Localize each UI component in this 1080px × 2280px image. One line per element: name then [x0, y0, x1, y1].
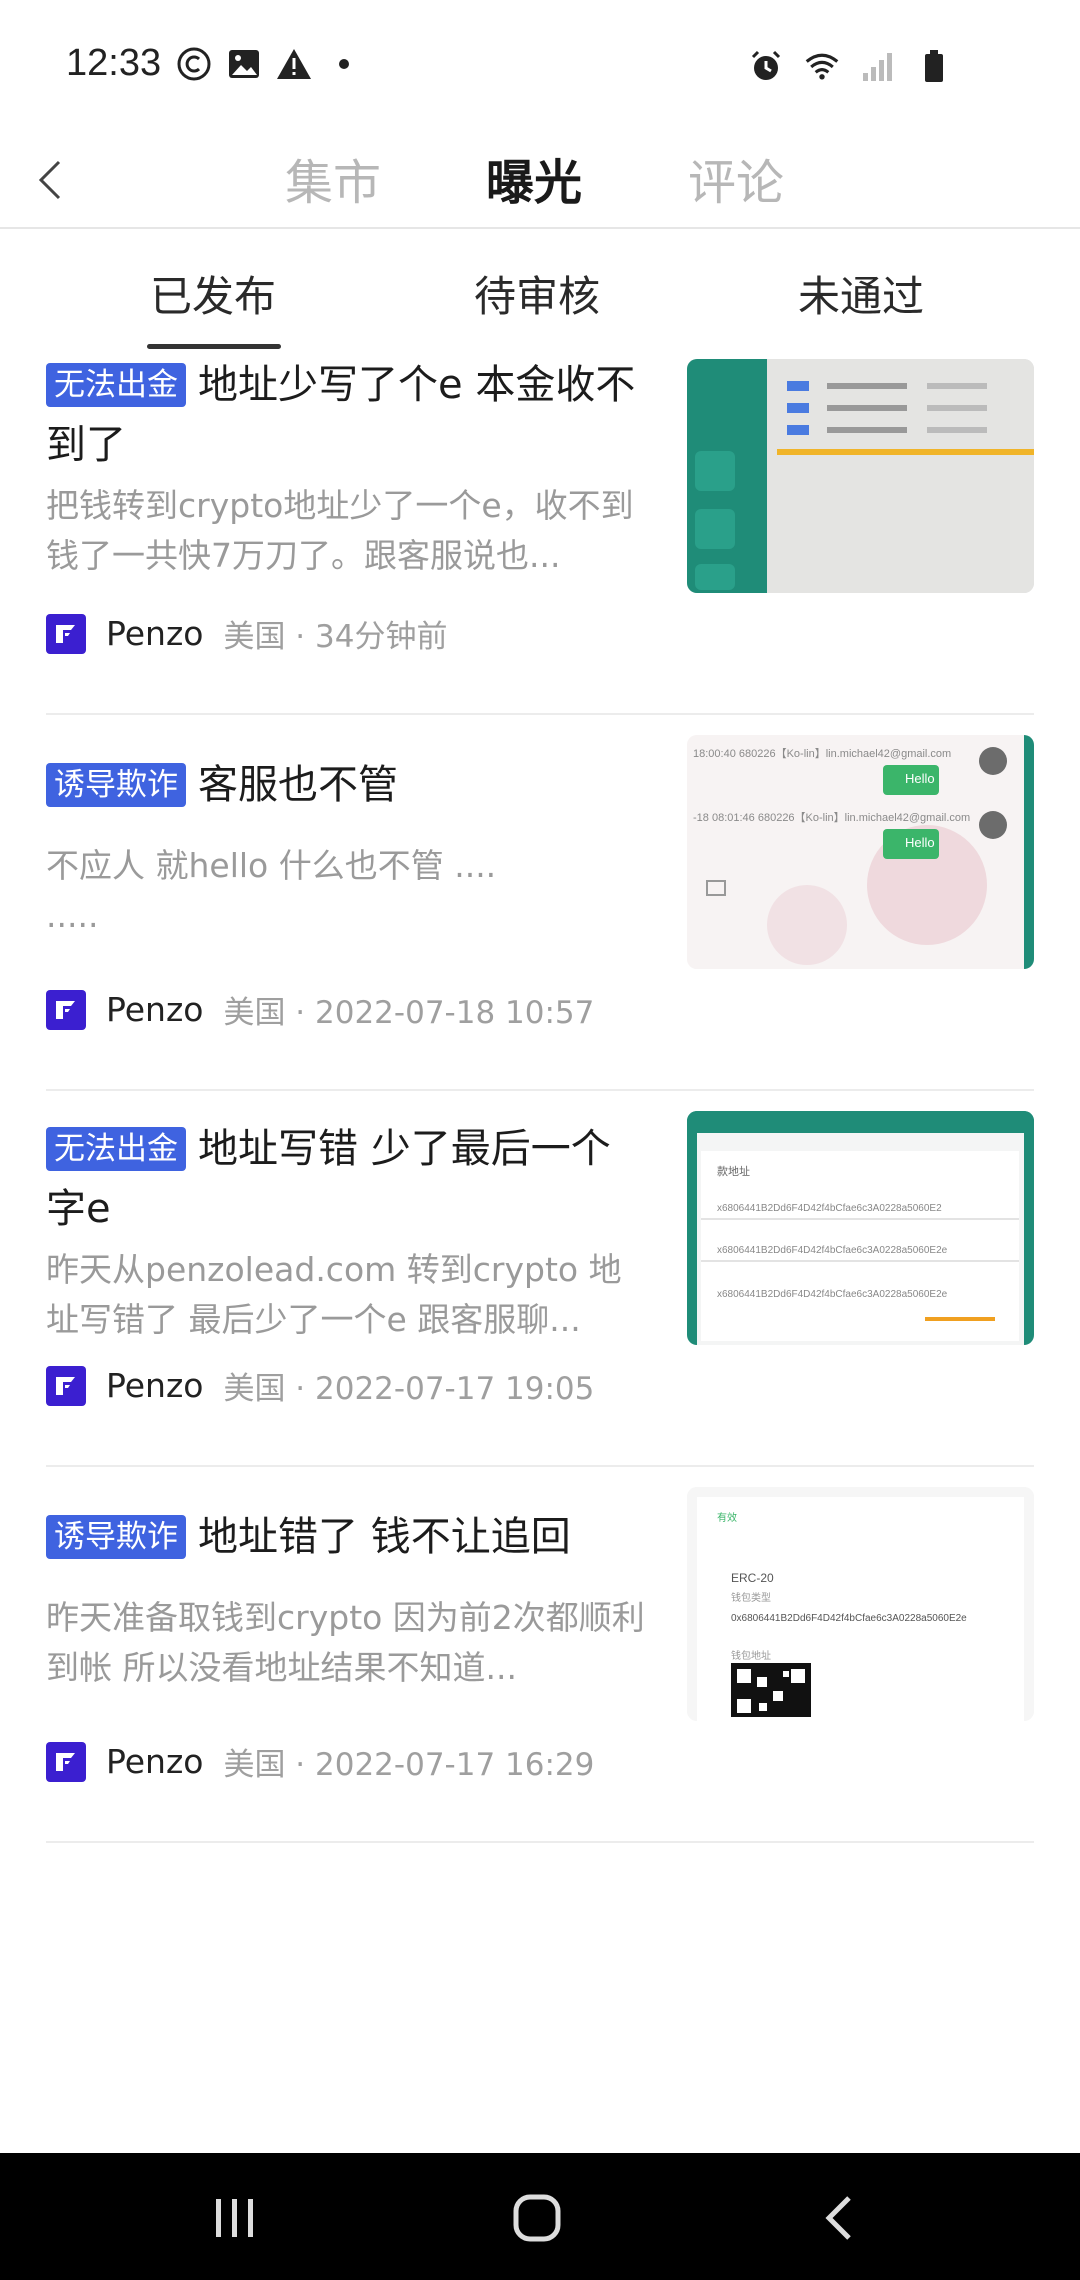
system-back-button[interactable] — [794, 2183, 884, 2253]
back-icon — [825, 2196, 851, 2240]
home-icon — [513, 2194, 561, 2242]
post-title: 无法出金 地址写错 少了最后一个字e — [46, 1126, 611, 1232]
list-item[interactable]: 诱导欺诈 客服也不管 不应人 就hello 什么也不管 .... ..... Pe… — [46, 715, 1034, 1091]
author-name[interactable]: Penzo — [106, 990, 203, 1029]
subtab-rejected[interactable]: 未通过 — [798, 263, 924, 324]
post-thumbnail[interactable]: 18:00:40 680226【Ko-lin】lin.michael42@gma… — [687, 735, 1034, 969]
alarm-icon — [748, 48, 784, 84]
tab-comments[interactable]: 评论 — [688, 143, 784, 213]
post-meta: Penzo 美国 · 2022-07-17 16:29 — [46, 1739, 594, 1784]
category-tag: 诱导欺诈 — [46, 763, 186, 807]
penzo-logo-icon — [56, 1752, 75, 1771]
penzo-logo-icon — [56, 1000, 75, 1019]
author-name[interactable]: Penzo — [106, 1742, 203, 1781]
recent-apps-button[interactable] — [190, 2183, 280, 2253]
wifi-icon — [804, 48, 840, 84]
status-bar: 12:33 — [0, 0, 1080, 135]
tab-market[interactable]: 集市 — [285, 143, 381, 213]
avatar — [46, 613, 86, 654]
post-title: 诱导欺诈 客服也不管 — [46, 755, 646, 815]
post-thumbnail[interactable]: 有效 ERC-20 钱包类型 0x6806441B2Dd6F4D42f4bCfa… — [687, 1487, 1034, 1721]
list-item[interactable]: 无法出金 地址写错 少了最后一个字e 昨天从penzolead.com 转到cry… — [46, 1091, 1034, 1467]
top-navigation: 集市 曝光 评论 — [0, 135, 1080, 229]
post-title: 无法出金 地址少写了个e 本金收不到了 — [46, 362, 636, 468]
dot-icon — [326, 46, 362, 82]
battery-icon — [916, 48, 952, 84]
author-name[interactable]: Penzo — [106, 614, 203, 653]
penzo-logo-icon — [56, 1376, 75, 1395]
avatar — [46, 1365, 86, 1406]
status-time: 12:33 — [66, 42, 162, 84]
post-location-time: 美国 · 2022-07-18 10:57 — [223, 995, 595, 1031]
post-thumbnail[interactable] — [687, 359, 1034, 593]
tab-exposure[interactable]: 曝光 — [486, 143, 582, 213]
penzo-logo-icon — [56, 624, 75, 643]
signal-icon — [860, 48, 896, 84]
post-meta: Penzo 美国 · 2022-07-17 19:05 — [46, 1363, 594, 1408]
copyright-icon — [176, 46, 212, 82]
post-location-time: 美国 · 2022-07-17 19:05 — [223, 1371, 595, 1407]
post-excerpt: 昨天准备取钱到crypto 因为前2次都顺利到帐 所以没看地址结果不知道... — [46, 1598, 645, 1687]
list-item[interactable]: 无法出金 地址少写了个e 本金收不到了 把钱转到crypto地址少了一个e，收不到… — [46, 355, 1034, 715]
avatar — [46, 989, 86, 1030]
home-button[interactable] — [492, 2183, 582, 2253]
status-right-icons — [748, 48, 952, 84]
subtab-active-indicator — [147, 344, 281, 349]
post-meta: Penzo 美国 · 2022-07-18 10:57 — [46, 987, 594, 1032]
post-excerpt: 不应人 就hello 什么也不管 .... ..... — [46, 846, 497, 935]
image-icon — [226, 46, 262, 82]
post-thumbnail[interactable]: 款地址 x6806441B2Dd6F4D42f4bCfae6c3A0228a50… — [687, 1111, 1034, 1345]
post-location-time: 美国 · 2022-07-17 16:29 — [223, 1747, 595, 1783]
post-excerpt: 把钱转到crypto地址少了一个e，收不到钱了一共快7万刀了。跟客服说也... — [46, 486, 634, 575]
avatar — [46, 1741, 86, 1782]
recent-apps-icon — [216, 2199, 253, 2237]
list-item[interactable]: 诱导欺诈 地址错了 钱不让追回 昨天准备取钱到crypto 因为前2次都顺利到帐 … — [46, 1467, 1034, 1843]
divider — [46, 1841, 1034, 1843]
post-excerpt: 昨天从penzolead.com 转到crypto 地址写错了 最后少了一个e … — [46, 1250, 622, 1339]
post-title: 诱导欺诈 地址错了 钱不让追回 — [46, 1507, 646, 1567]
author-name[interactable]: Penzo — [106, 1366, 203, 1405]
category-tag: 诱导欺诈 — [46, 1515, 186, 1559]
chevron-left-icon — [38, 160, 61, 200]
post-meta: Penzo 美国 · 34分钟前 — [46, 611, 447, 656]
status-left-icons — [176, 46, 362, 82]
back-button[interactable] — [20, 145, 80, 215]
subtab-published[interactable]: 已发布 — [150, 263, 276, 324]
subtab-bar: 已发布 待审核 未通过 — [0, 227, 1080, 351]
post-location-time: 美国 · 34分钟前 — [223, 619, 448, 655]
warning-icon — [276, 46, 312, 82]
system-nav-bar — [0, 2153, 1080, 2280]
subtab-pending[interactable]: 待审核 — [474, 263, 600, 324]
category-tag: 无法出金 — [46, 1127, 186, 1171]
category-tag: 无法出金 — [46, 363, 186, 407]
